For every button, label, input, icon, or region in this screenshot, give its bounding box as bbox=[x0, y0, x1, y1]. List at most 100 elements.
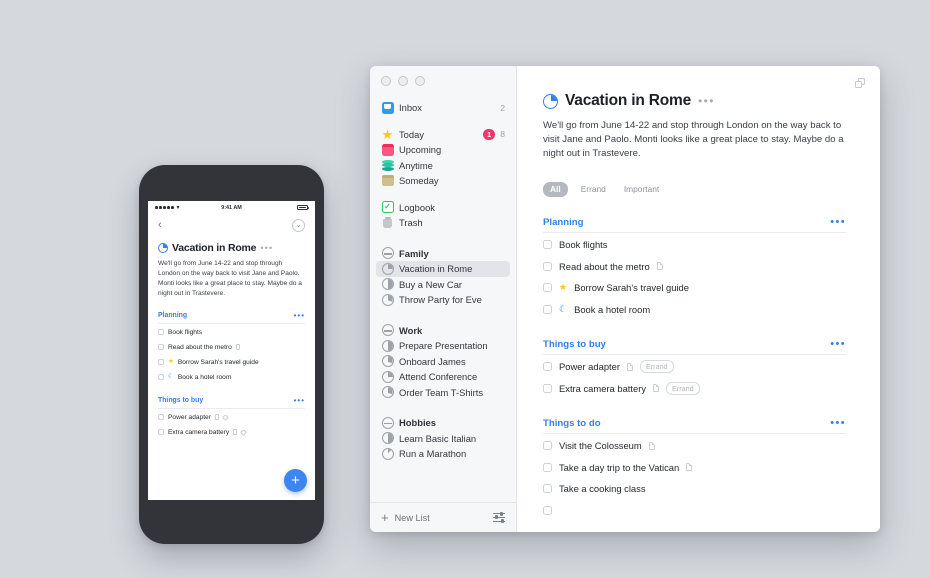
minimize-button[interactable] bbox=[398, 76, 408, 86]
todo-item[interactable]: Power adapter Errand bbox=[543, 358, 846, 377]
sidebar-item-vacation-in-rome[interactable]: Vacation in Rome bbox=[376, 261, 510, 277]
sidebar-item-trash[interactable]: Trash bbox=[376, 215, 510, 231]
phone-project-menu-button[interactable]: ••• bbox=[260, 243, 273, 253]
section-menu-button[interactable]: ••• bbox=[830, 338, 846, 350]
sidebar-item-learn-basic-italian[interactable]: Learn Basic Italian bbox=[376, 431, 510, 447]
add-todo-button[interactable]: + bbox=[284, 469, 307, 492]
filter-chip-all[interactable]: All bbox=[543, 181, 568, 197]
sidebar-item-inbox[interactable]: Inbox 2 bbox=[376, 100, 510, 116]
phone-section-menu-button[interactable]: ••• bbox=[294, 396, 305, 405]
phone-status-bar: ▾ 9:41 AM bbox=[148, 201, 315, 214]
checkbox[interactable] bbox=[543, 484, 552, 494]
sidebar-item-today[interactable]: ★ Today 1 8 bbox=[376, 127, 510, 143]
filter-chip-errand[interactable]: Errand bbox=[576, 182, 611, 197]
section-things-to-buy: Things to buy ••• Power adapter Errand E… bbox=[543, 338, 846, 398]
phone-title-row: Vacation in Rome ••• bbox=[158, 242, 305, 254]
checkbox[interactable] bbox=[158, 344, 164, 351]
chevron-down-icon[interactable]: ⌄ bbox=[292, 218, 305, 232]
section-title: Things to do bbox=[543, 417, 601, 429]
checkbox[interactable] bbox=[543, 362, 552, 372]
todo-label: Read about the metro bbox=[559, 260, 650, 272]
phone-todo-item[interactable]: Book flights bbox=[158, 326, 305, 339]
checkbox[interactable] bbox=[543, 462, 552, 472]
tag-icon bbox=[221, 413, 229, 421]
section-menu-button[interactable]: ••• bbox=[830, 216, 846, 228]
checkbox[interactable] bbox=[158, 359, 164, 366]
todo-item[interactable]: ☾ Book a hotel room bbox=[543, 300, 846, 319]
sidebar-list[interactable]: Inbox 2 ★ Today 1 8 Upcoming Anytime Som… bbox=[370, 86, 516, 502]
phone-section-planning: Planning ••• Book flights Read about the… bbox=[158, 311, 305, 384]
project-progress-icon[interactable] bbox=[543, 93, 558, 109]
todo-item[interactable]: Take a day trip to the Vatican bbox=[543, 458, 846, 477]
plus-icon[interactable]: + bbox=[381, 511, 389, 524]
phone-todo-item[interactable]: Extra camera battery bbox=[158, 426, 305, 439]
filter-icon[interactable] bbox=[493, 511, 505, 524]
phone-section-menu-button[interactable]: ••• bbox=[294, 311, 305, 320]
todo-item[interactable]: ★ Borrow Sarah's travel guide bbox=[543, 279, 846, 298]
project-icon bbox=[381, 262, 394, 275]
close-button[interactable] bbox=[381, 76, 391, 86]
duplicate-window-icon[interactable] bbox=[855, 78, 866, 89]
sidebar-item-hobbies[interactable]: Hobbies bbox=[376, 415, 510, 431]
checkbox[interactable] bbox=[543, 261, 552, 271]
project-menu-button[interactable]: ••• bbox=[698, 95, 715, 107]
phone-todo-item[interactable]: ★ Borrow Sarah's travel guide bbox=[158, 356, 305, 369]
checkbox[interactable] bbox=[543, 283, 552, 293]
todo-item[interactable]: Visit the Colosseum bbox=[543, 437, 846, 456]
sidebar-item-attend-conference[interactable]: Attend Conference bbox=[376, 369, 510, 385]
section-menu-button[interactable]: ••• bbox=[830, 417, 846, 429]
todo-item[interactable] bbox=[543, 501, 846, 520]
checkbox[interactable] bbox=[158, 414, 164, 421]
tag-badge[interactable]: Errand bbox=[639, 360, 674, 374]
sidebar-item-run-a-marathon[interactable]: Run a Marathon bbox=[376, 446, 510, 462]
iphone-mockup: ▾ 9:41 AM ‹ ⌄ Vacation in Rome ••• We'll… bbox=[139, 165, 324, 544]
tag-badge[interactable]: Errand bbox=[666, 381, 700, 395]
todo-item[interactable]: Take a cooking class bbox=[543, 480, 846, 499]
todo-item[interactable]: Book flights bbox=[543, 236, 846, 255]
sidebar-item-order-team-t-shirts[interactable]: Order Team T-Shirts bbox=[376, 385, 510, 401]
checkbox[interactable] bbox=[158, 429, 164, 436]
checkbox[interactable] bbox=[158, 329, 164, 336]
phone-todo-item[interactable]: Read about the metro bbox=[158, 341, 305, 354]
checkbox[interactable] bbox=[158, 374, 164, 381]
back-button[interactable]: ‹ bbox=[158, 219, 162, 231]
phone-project-note[interactable]: We'll go from June 14-22 and stop throug… bbox=[158, 259, 305, 299]
trash-icon bbox=[381, 216, 394, 229]
sidebar-item-throw-party-for-eve[interactable]: Throw Party for Eve bbox=[376, 292, 510, 308]
sidebar-item-someday[interactable]: Someday bbox=[376, 173, 510, 189]
filter-chip-important[interactable]: Important bbox=[619, 182, 664, 197]
sidebar-item-onboard-james[interactable]: Onboard James bbox=[376, 354, 510, 370]
tag-filter-bar: All Errand Important bbox=[543, 181, 846, 197]
sidebar-item-prepare-presentation[interactable]: Prepare Presentation bbox=[376, 338, 510, 354]
checkbox[interactable] bbox=[543, 240, 552, 250]
sidebar-item-label: Today bbox=[399, 128, 425, 140]
note-icon bbox=[648, 441, 655, 450]
sidebar: Inbox 2 ★ Today 1 8 Upcoming Anytime Som… bbox=[370, 66, 517, 532]
project-icon bbox=[381, 386, 394, 399]
things-app-window: Inbox 2 ★ Today 1 8 Upcoming Anytime Som… bbox=[370, 66, 880, 532]
todo-item[interactable]: Read about the metro bbox=[543, 257, 846, 276]
sidebar-item-logbook[interactable]: ✓ Logbook bbox=[376, 200, 510, 216]
sidebar-item-anytime[interactable]: Anytime bbox=[376, 158, 510, 174]
sidebar-item-upcoming[interactable]: Upcoming bbox=[376, 142, 510, 158]
phone-section-things-to-buy: Things to buy ••• Power adapter Extra ca… bbox=[158, 396, 305, 439]
note-icon bbox=[653, 384, 660, 393]
checkbox[interactable] bbox=[543, 505, 552, 515]
page-title: Vacation in Rome bbox=[565, 92, 691, 109]
todo-item[interactable]: Extra camera battery Errand bbox=[543, 379, 846, 398]
moon-icon: ☾ bbox=[168, 372, 174, 380]
checkbox[interactable] bbox=[543, 441, 552, 451]
sidebar-item-label: Hobbies bbox=[399, 417, 436, 429]
phone-todo-item[interactable]: ☾ Book a hotel room bbox=[158, 371, 305, 384]
new-list-button[interactable]: New List bbox=[395, 513, 430, 523]
phone-todo-item[interactable]: Power adapter bbox=[158, 411, 305, 424]
sidebar-item-work[interactable]: Work bbox=[376, 323, 510, 339]
checkbox[interactable] bbox=[543, 304, 552, 314]
sidebar-item-buy-a-new-car[interactable]: Buy a New Car bbox=[376, 277, 510, 293]
maximize-button[interactable] bbox=[415, 76, 425, 86]
project-progress-icon[interactable] bbox=[158, 243, 168, 253]
project-note[interactable]: We'll go from June 14-22 and stop throug… bbox=[543, 119, 846, 161]
checkbox[interactable] bbox=[543, 383, 552, 393]
sidebar-item-family[interactable]: Family bbox=[376, 246, 510, 262]
